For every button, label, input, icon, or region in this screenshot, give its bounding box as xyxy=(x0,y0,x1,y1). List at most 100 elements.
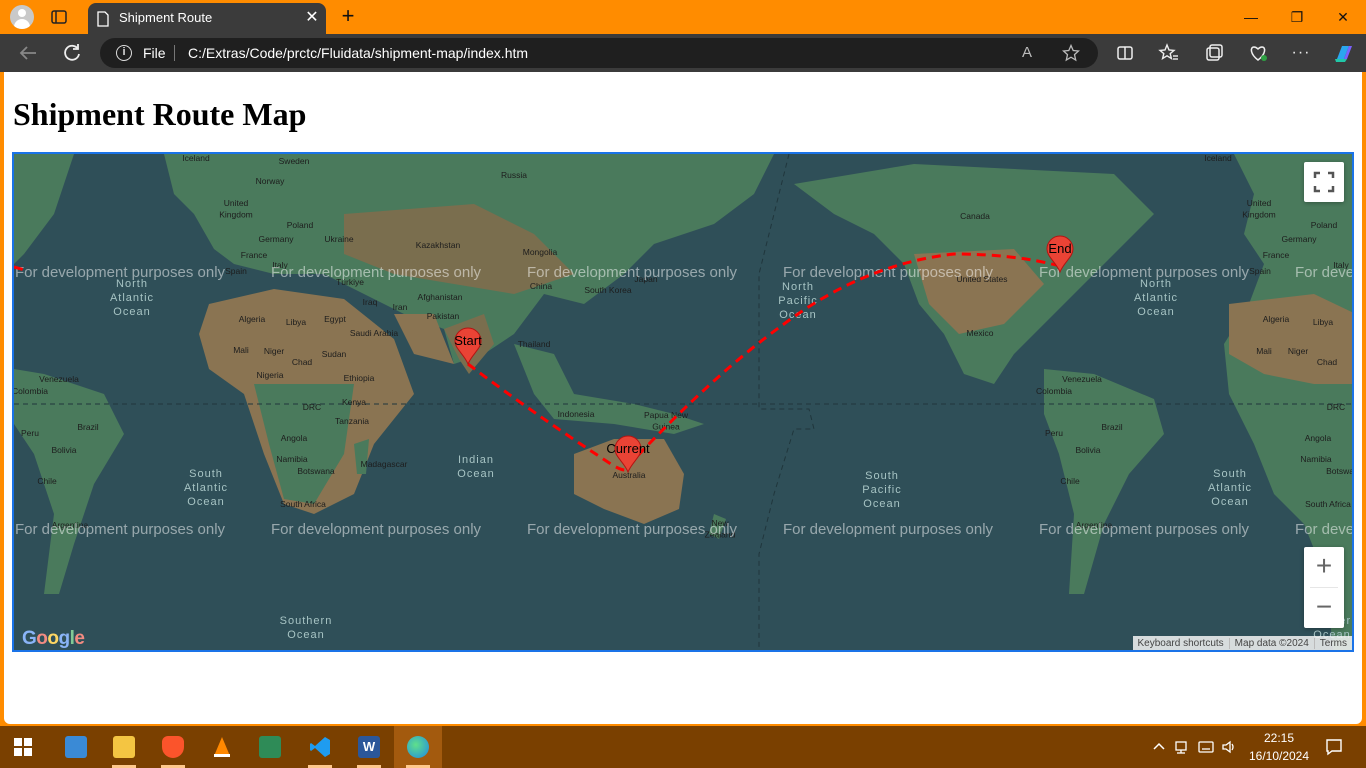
network-icon[interactable] xyxy=(1173,738,1191,756)
start-icon[interactable] xyxy=(14,738,32,756)
watermark-text: For development purposes only xyxy=(1039,264,1250,281)
browser-essentials-icon[interactable] xyxy=(1242,37,1274,69)
place-label-colombia-left: Colombia xyxy=(14,386,48,396)
tab-actions-icon[interactable] xyxy=(50,8,68,26)
brave-app[interactable] xyxy=(149,726,197,768)
place-label-niger-left: Niger xyxy=(264,346,284,356)
map-marker-label: Start xyxy=(454,333,482,348)
map-canvas[interactable]: Iceland Sweden Russia Norway United Kingdom Po… xyxy=(14,154,1354,652)
place-label-botswana-left: Botswana xyxy=(297,466,335,476)
address-scheme: File xyxy=(143,45,166,61)
place-label-peru-left: Peru xyxy=(21,428,39,438)
vlc-icon xyxy=(214,737,230,757)
close-window-button[interactable]: ✕ xyxy=(1320,0,1366,34)
address-bar[interactable]: i File C:/Extras/Code/prctc/Fluidata/shi… xyxy=(100,38,1098,68)
place-label-sudan: Sudan xyxy=(322,349,347,359)
new-tab-button[interactable]: + xyxy=(336,5,360,29)
edge-app[interactable] xyxy=(394,726,442,768)
place-label-venezuela-right: Venezuela xyxy=(1062,374,1102,384)
zoom-out-button[interactable]: − xyxy=(1304,588,1344,628)
place-label-botswana-right: Botswa xyxy=(1326,466,1354,476)
map-container[interactable]: Iceland Sweden Russia Norway United Kingdom Po… xyxy=(12,152,1354,652)
site-info-icon[interactable]: i xyxy=(116,45,132,61)
place-label-mali-left: Mali xyxy=(233,345,249,355)
watermark-text: For development purposes only xyxy=(1295,521,1354,538)
input-method-icon[interactable] xyxy=(1197,738,1215,756)
favorite-star-icon[interactable] xyxy=(1062,44,1080,62)
chart-app[interactable] xyxy=(246,726,294,768)
ocean-label-south-pacific: South Pacific Ocean xyxy=(862,470,901,510)
watermark-text: For development purposes only xyxy=(1039,521,1250,538)
map-marker-label: Current xyxy=(606,441,650,456)
tab-shipment-route[interactable]: Shipment Route ✕ xyxy=(88,3,326,34)
place-label-ethiopia: Ethiopia xyxy=(344,373,375,383)
place-label-angola-left: Angola xyxy=(281,433,308,443)
profile-avatar-icon[interactable] xyxy=(10,5,34,29)
place-label-mongolia: Mongolia xyxy=(523,247,558,257)
place-label-algeria-left: Algeria xyxy=(239,314,266,324)
place-label-russia: Russia xyxy=(501,170,527,180)
place-label-madagascar: Madagascar xyxy=(361,459,408,469)
place-label-drc-left: DRC xyxy=(303,402,321,412)
address-divider xyxy=(174,45,175,61)
keyboard-shortcuts-link[interactable]: Keyboard shortcuts xyxy=(1133,638,1229,649)
zoom-control: + − xyxy=(1304,547,1344,628)
more-icon[interactable]: ··· xyxy=(1285,37,1317,69)
place-label-egypt: Egypt xyxy=(324,314,346,324)
browser-title-bar: Shipment Route ✕ + — ❐ ✕ xyxy=(0,0,1366,34)
place-label-germany-left: Germany xyxy=(259,234,295,244)
vscode-app[interactable] xyxy=(296,726,344,768)
place-label-norway: Norway xyxy=(256,176,286,186)
fullscreen-icon xyxy=(1313,171,1335,193)
word-app[interactable]: W xyxy=(345,726,393,768)
notifications-icon[interactable] xyxy=(1324,737,1344,757)
minimize-button[interactable]: — xyxy=(1228,0,1274,34)
clock-time[interactable]: 22:15 xyxy=(1264,731,1294,745)
place-label-australia: Australia xyxy=(612,470,645,480)
watermark-text: For development purposes only xyxy=(527,264,738,281)
place-label-iceland-right: Iceland xyxy=(1204,154,1232,163)
close-tab-icon[interactable]: ✕ xyxy=(302,8,322,28)
place-label-china: China xyxy=(530,281,552,291)
vscode-icon xyxy=(310,737,330,757)
favorites-icon[interactable] xyxy=(1153,37,1185,69)
place-label-algeria-right: Algeria xyxy=(1263,314,1290,324)
edge-icon xyxy=(407,736,429,758)
place-label-chile-right: Chile xyxy=(1060,476,1080,486)
watermark-text: For development purposes only xyxy=(15,521,226,538)
place-label-uk-right: United Kingdom xyxy=(1242,198,1276,220)
place-label-spain-left: Spain xyxy=(225,266,247,276)
zoom-in-button[interactable]: + xyxy=(1304,547,1344,587)
fullscreen-button[interactable] xyxy=(1304,162,1344,202)
vlc-app[interactable] xyxy=(198,726,246,768)
volume-icon[interactable] xyxy=(1220,738,1238,756)
place-label-ukraine: Ukraine xyxy=(324,234,354,244)
refresh-icon[interactable] xyxy=(56,37,88,69)
place-label-peru-right: Peru xyxy=(1045,428,1063,438)
split-screen-icon[interactable] xyxy=(1109,37,1141,69)
file-explorer-app[interactable] xyxy=(100,726,148,768)
place-label-bolivia-right: Bolivia xyxy=(1075,445,1100,455)
place-label-spain-right: Spain xyxy=(1249,266,1271,276)
ocean-label-north-atlantic-left: North Atlantic Ocean xyxy=(110,278,154,318)
address-url[interactable]: C:/Extras/Code/prctc/Fluidata/shipment-m… xyxy=(188,45,528,61)
back-icon[interactable] xyxy=(12,37,44,69)
clock-date[interactable]: 16/10/2024 xyxy=(1248,749,1310,763)
document-icon xyxy=(97,11,109,27)
google-logo: Google xyxy=(22,628,85,649)
control-panel-app[interactable] xyxy=(52,726,100,768)
terms-link[interactable]: Terms xyxy=(1313,637,1352,649)
chevron-up-icon[interactable] xyxy=(1150,738,1168,756)
place-label-brazil-left: Brazil xyxy=(77,422,98,432)
taskbar: W 22:15 16/10/2024 xyxy=(0,726,1366,768)
place-label-angola-right: Angola xyxy=(1305,433,1332,443)
copilot-icon[interactable] xyxy=(1328,37,1360,69)
ocean-label-south-atlantic-left: South Atlantic Ocean xyxy=(184,468,228,508)
place-label-south-africa-right: South Africa xyxy=(1305,499,1351,509)
place-label-afghanistan: Afghanistan xyxy=(418,292,463,302)
place-label-iceland-left: Iceland xyxy=(182,154,210,163)
read-aloud-icon[interactable]: A xyxy=(1022,44,1032,61)
collections-icon[interactable] xyxy=(1198,37,1230,69)
maximize-button[interactable]: ❐ xyxy=(1274,0,1320,34)
file-explorer-icon xyxy=(113,736,135,758)
